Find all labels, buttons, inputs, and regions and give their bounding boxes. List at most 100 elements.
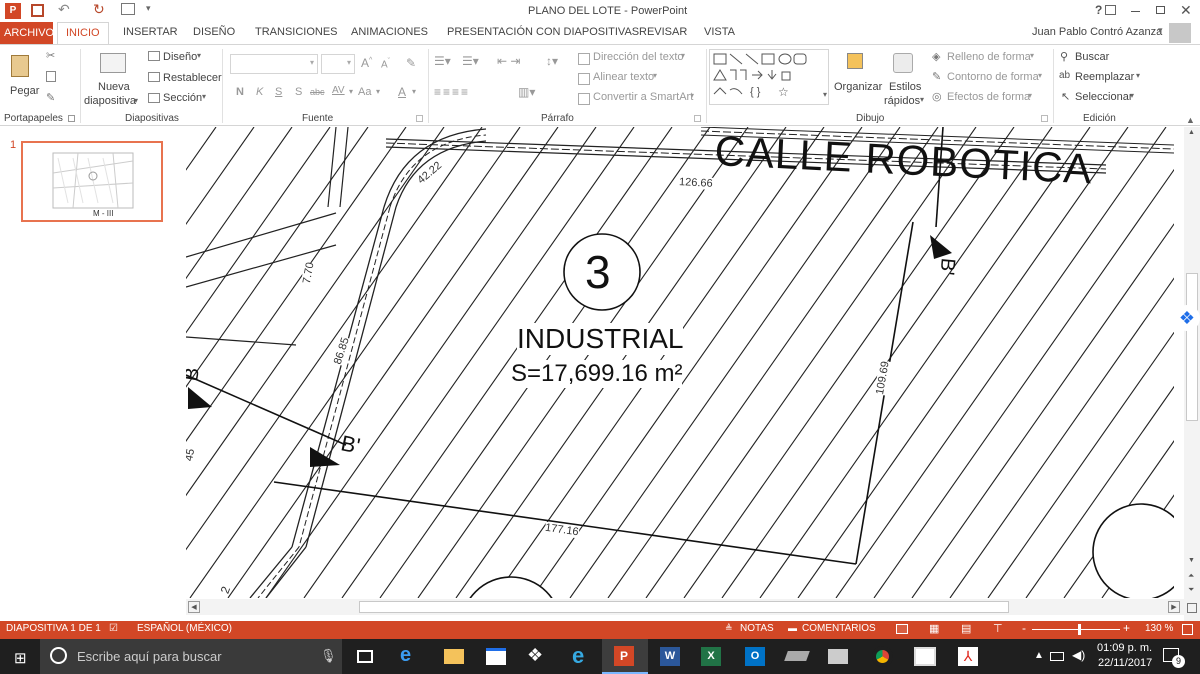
slide-thumbnail[interactable]: M - III (21, 141, 163, 222)
tab-vista[interactable]: VISTA (704, 26, 735, 38)
section-chevron-icon[interactable]: ▾ (202, 92, 206, 101)
volume-icon[interactable]: ◀) (1072, 648, 1085, 662)
clock-date[interactable]: 22/11/2017 (1098, 657, 1152, 669)
undo-icon[interactable]: ↶ (58, 1, 70, 18)
ie-icon[interactable]: e (572, 643, 584, 669)
section-button[interactable]: Sección (163, 92, 202, 104)
reading-view-icon[interactable]: ▤ (961, 622, 971, 635)
indent-icon[interactable]: ⇤ ⇥ (497, 54, 520, 68)
select-button[interactable]: Seleccionar (1075, 91, 1132, 103)
strikethrough-button[interactable]: abc (310, 87, 325, 97)
reset-button[interactable]: Restablecer (163, 72, 222, 84)
change-case-button[interactable]: Aa (358, 86, 371, 98)
help-icon[interactable]: ? (1095, 3, 1102, 17)
scroll-up-icon[interactable]: ▲ (1188, 129, 1195, 136)
notes-button[interactable]: NOTAS (740, 623, 774, 634)
photos-icon[interactable] (914, 647, 936, 666)
scroll-thumb[interactable] (359, 601, 1009, 613)
present-icon[interactable] (121, 3, 135, 15)
fit-icon[interactable] (1187, 603, 1197, 613)
bold-button[interactable]: N (236, 86, 244, 98)
minimize-icon[interactable] (1131, 11, 1140, 12)
redo-icon[interactable]: ↻ (93, 1, 105, 18)
horizontal-scrollbar[interactable]: ◀ ▶ (186, 599, 1184, 615)
shape-effects-button[interactable]: Efectos de forma (947, 91, 1030, 103)
align-icons[interactable]: ≡≡≡≡ (434, 85, 470, 99)
zoom-level[interactable]: 130 % (1145, 623, 1173, 634)
quick-styles-button[interactable]: Estilos (889, 81, 921, 93)
layout-button[interactable]: Diseño (163, 51, 197, 63)
user-chevron-icon[interactable]: ▾ (1158, 25, 1163, 36)
shapes-gallery[interactable]: { } ☆ ▾ (709, 49, 829, 105)
replace-button[interactable]: Reemplazar (1075, 71, 1134, 83)
tab-presentacion[interactable]: PRESENTACIÓN CON DIAPOSITIVAS (447, 26, 639, 38)
format-painter-icon[interactable]: ✎ (46, 91, 55, 104)
scroll-right-icon[interactable]: ▶ (1168, 601, 1180, 613)
columns-icon[interactable]: ▥▾ (518, 85, 535, 99)
close-icon[interactable]: ✕ (1180, 2, 1192, 19)
chrome-icon[interactable] (872, 646, 893, 667)
dialog-launcher-icon[interactable] (68, 115, 75, 122)
next-slide-icon[interactable]: ⏷ (1188, 585, 1194, 595)
customize-qat-icon[interactable]: ▾ (146, 3, 151, 14)
align-text-button[interactable]: Alinear texto (593, 71, 654, 83)
tab-archivo[interactable]: ARCHIVO (0, 22, 54, 44)
numbering-icon[interactable]: ☰▾ (462, 54, 479, 68)
excel-icon[interactable]: X (701, 647, 721, 666)
slideshow-icon[interactable]: ⊤ (993, 622, 1003, 635)
tab-insertar[interactable]: INSERTAR (123, 26, 178, 38)
word-icon[interactable]: W (660, 647, 680, 666)
smartart-button[interactable]: Convertir a SmartArt (593, 91, 693, 103)
zoom-slider[interactable] (1032, 624, 1120, 635)
taskbar-search[interactable]: Escribe aquí para buscar 🎙 (40, 639, 342, 674)
prev-slide-icon[interactable]: ⏶ (1188, 571, 1194, 581)
new-slide-chevron-icon[interactable]: ▾ (134, 96, 138, 105)
paste-button[interactable]: Pegar (6, 49, 40, 107)
shape-fill-button[interactable]: Relleno de forma (947, 51, 1031, 63)
zoom-in-button[interactable]: + (1123, 621, 1130, 635)
slide-canvas[interactable]: CALLE ROBOTICA 3 INDUSTRIAL S=17,699.16 … (186, 127, 1174, 598)
edge-icon[interactable]: e (400, 644, 411, 667)
copy-icon[interactable] (46, 71, 56, 82)
printer-icon[interactable] (828, 649, 848, 664)
shadow-button[interactable]: S (295, 86, 302, 98)
font-size-select[interactable]: ▾ (321, 54, 355, 74)
comments-button[interactable]: COMENTARIOS (802, 623, 876, 634)
dropbox-taskbar-icon[interactable]: ❖ (527, 645, 543, 666)
italic-button[interactable]: K (256, 86, 263, 98)
font-color-icon[interactable]: A (398, 85, 406, 99)
restore-icon[interactable] (1156, 6, 1165, 14)
grow-font-icon[interactable]: A^ (361, 56, 372, 70)
outlook-icon[interactable]: O (745, 647, 765, 666)
scroll-thumb[interactable] (1186, 273, 1198, 421)
app-icon[interactable] (784, 651, 810, 661)
layout-chevron-icon[interactable]: ▾ (197, 51, 201, 60)
underline-button[interactable]: S (275, 86, 282, 98)
file-explorer-icon[interactable] (444, 649, 464, 664)
cut-icon[interactable]: ✂ (46, 49, 55, 62)
store-icon[interactable] (486, 648, 506, 665)
user-name[interactable]: Juan Pablo Contró Azanza (1032, 26, 1162, 38)
gallery-more-icon[interactable]: ▾ (823, 90, 827, 99)
zoom-thumb[interactable] (1078, 624, 1081, 635)
microphone-icon[interactable]: 🎙 (320, 648, 337, 664)
task-view-icon[interactable] (357, 650, 373, 663)
dialog-launcher-icon[interactable] (416, 115, 423, 122)
normal-view-icon[interactable] (896, 624, 908, 634)
find-button[interactable]: Buscar (1075, 51, 1109, 63)
tab-revisar[interactable]: REVISAR (639, 26, 687, 38)
zoom-out-button[interactable]: - (1022, 621, 1026, 635)
line-spacing-icon[interactable]: ↕▾ (546, 54, 558, 68)
text-direction-button[interactable]: Dirección del texto (593, 51, 684, 63)
windows-start-icon[interactable]: ⊞ (14, 649, 27, 667)
language-indicator[interactable]: ESPAÑOL (MÉXICO) (137, 623, 232, 634)
clear-format-icon[interactable]: ✎ (406, 56, 416, 70)
spacing-button[interactable]: AV (332, 85, 345, 96)
powerpoint-taskbar-button[interactable]: P (602, 639, 648, 674)
tab-inicio[interactable]: INICIO (57, 22, 109, 45)
spellcheck-icon[interactable]: ☑ (109, 623, 118, 634)
font-family-select[interactable]: ▾ (230, 54, 318, 74)
tray-chevron-icon[interactable]: ▲ (1034, 650, 1044, 661)
arrange-button[interactable]: Organizar (834, 81, 882, 93)
quick-styles-button[interactable]: rápidos (884, 95, 920, 107)
